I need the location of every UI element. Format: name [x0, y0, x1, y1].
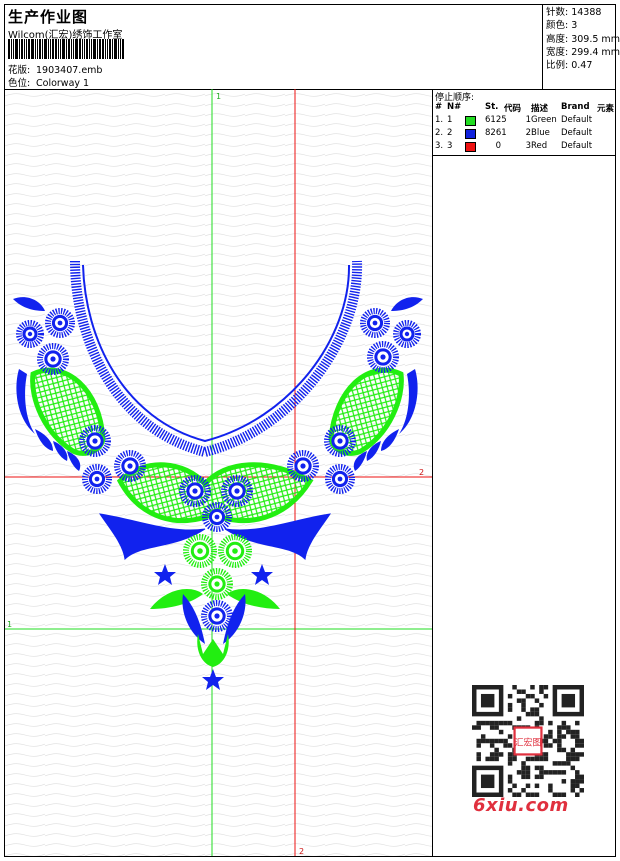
col-stitches: St. [485, 102, 499, 112]
stop-index: 1. [435, 115, 444, 125]
design-width: 宽度: 299.4 mm [546, 46, 620, 58]
code-cell: 1 [525, 115, 531, 125]
stop-sequence-row[interactable]: 2. 2 8261 2 Blue Default [435, 128, 615, 140]
col-code: 代码 [504, 104, 522, 114]
colorway-row: 色位: Colorway 1 [8, 75, 89, 89]
design-stats: 针数: 14388 颜色: 3 高度: 309.5 mm 宽度: 299.4 m… [542, 5, 620, 89]
thread-color-swatch [465, 116, 476, 126]
stop-sequence-panel: 停止顺序: # N# St. 代码 描述 Brand 元素 1. 1 6125 1 Gr… [433, 89, 615, 156]
color-count: 颜色: 3 [546, 20, 578, 32]
production-worksheet: 生产作业图 Wilcom(汇宏)绣饰工作室 花版: 1903407.emb 色位:… [4, 4, 620, 857]
stitch-count-cell: 0 [495, 141, 501, 151]
stitch-count: 针数: 14388 [546, 7, 602, 18]
stop-index: 3. [435, 141, 444, 151]
site-logo[interactable]: 6xiu.com [473, 795, 569, 816]
worksheet-header: 生产作业图 Wilcom(汇宏)绣饰工作室 花版: 1903407.emb 色位:… [5, 5, 620, 90]
code-cell: 2 [525, 128, 531, 138]
needle-number: 2 [447, 128, 453, 138]
qr-stamp-text: 汇宏图 [515, 736, 542, 748]
colorway-value: Colorway 1 [36, 78, 90, 89]
page-title: 生产作业图 [8, 8, 89, 26]
side-panel: 停止顺序: # N# St. 代码 描述 Brand 元素 1. 1 6125 1 Gr… [433, 89, 615, 856]
axis-label-green-left: 1 [7, 620, 13, 629]
design-file-row: 花版: 1903407.emb [8, 62, 102, 76]
axis-label-green-top: 1 [216, 92, 222, 101]
design-height: 高度: 309.5 mm [546, 33, 620, 45]
stop-sequence-header: # N# St. 代码 描述 Brand 元素 [435, 102, 615, 114]
thread-color-swatch [465, 142, 476, 152]
brand-cell: Default [561, 128, 593, 138]
brand-cell: Default [561, 115, 593, 125]
stop-sequence-row[interactable]: 1. 1 6125 1 Green Default [435, 115, 615, 127]
col-brand: Brand [561, 102, 590, 112]
description-cell: Red [531, 141, 548, 151]
needle-number: 3 [447, 141, 453, 151]
design-canvas[interactable]: 1 1 2 2 [5, 89, 433, 856]
thread-color-swatch [465, 129, 476, 139]
brand-cell: Default [561, 141, 593, 151]
col-index: # [435, 102, 443, 112]
design-file-label: 花版: [8, 65, 31, 76]
description-cell: Green [531, 115, 557, 125]
axis-label-red-bottom: 2 [299, 847, 305, 856]
colorway-label: 色位: [8, 78, 31, 89]
axis-label-red-right: 2 [419, 468, 425, 477]
barcode [8, 39, 143, 59]
description-cell: Blue [531, 128, 550, 138]
stitch-count-cell: 8261 [485, 128, 507, 138]
design-scale: 比例: 0.47 [546, 60, 593, 72]
needle-number: 1 [447, 115, 453, 125]
embroidery-preview [5, 89, 432, 856]
code-cell: 3 [525, 141, 531, 151]
col-description: 描述 [531, 104, 549, 114]
qr-code[interactable]: 汇宏图 [472, 685, 584, 797]
stop-sequence-row[interactable]: 3. 3 0 3 Red Default [435, 141, 615, 153]
col-element: 元素 [597, 104, 615, 114]
col-needle: N# [447, 102, 462, 112]
stop-index: 2. [435, 128, 444, 138]
stitch-count-cell: 6125 [485, 115, 507, 125]
